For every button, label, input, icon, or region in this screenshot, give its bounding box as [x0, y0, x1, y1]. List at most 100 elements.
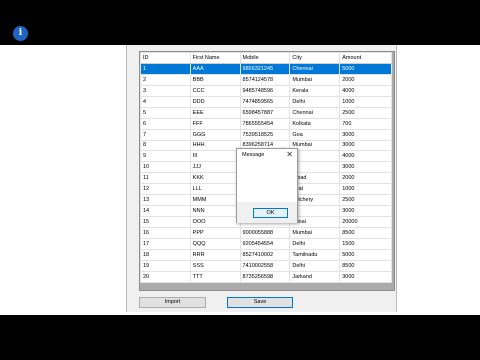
cell-id[interactable]: 2 — [140, 73, 191, 86]
cell-amount[interactable]: 5000 — [339, 62, 392, 75]
cell-first-name[interactable]: AAA — [189, 62, 241, 75]
cell-first-name[interactable]: BBB — [189, 73, 241, 86]
column-header-first-name[interactable]: First Name — [189, 52, 241, 64]
cell-first-name[interactable]: OOO — [189, 216, 241, 228]
cell-amount[interactable]: 3000 — [339, 139, 392, 152]
cell-first-name[interactable]: EEE — [189, 106, 241, 119]
cell-first-name[interactable]: GGG — [189, 128, 241, 141]
table-row[interactable]: 20 TTT 8735256598 Jarkand 3000 — [140, 270, 392, 283]
cell-first-name[interactable]: QQQ — [189, 237, 241, 250]
cell-city[interactable]: Chennai — [289, 62, 341, 75]
cell-city[interactable]: Chennai — [289, 106, 341, 119]
table-row[interactable]: 2 BBB 8574124578 Mumbai 2000 — [140, 73, 392, 86]
cell-amount[interactable]: 20000 — [339, 216, 392, 228]
cell-amount[interactable]: 3000 — [339, 161, 392, 174]
table-row[interactable]: 3 CCC 9485748596 Kerala 4000 — [140, 84, 392, 97]
table-row[interactable]: 6 FFF 7865555454 Kolkata 700 — [140, 117, 392, 130]
table-row[interactable]: 1 AAA 9856321245 Chennai 5000 — [140, 62, 392, 75]
table-row[interactable]: 19 SSS 7410002558 Delhi 8500 — [140, 259, 392, 272]
cell-first-name[interactable]: JJJ — [189, 161, 241, 174]
cell-amount[interactable]: 2500 — [339, 106, 392, 119]
table-row[interactable]: 7 GGG 7539518525 Goa 3000 — [140, 128, 392, 141]
column-header-mobile[interactable]: Mobile — [239, 52, 291, 64]
cell-id[interactable]: 20 — [140, 270, 191, 283]
column-header-city[interactable]: City — [289, 52, 341, 64]
cell-mobile[interactable]: 8527410002 — [239, 248, 291, 261]
cell-first-name[interactable]: RRR — [189, 248, 241, 261]
cell-id[interactable]: 8 — [140, 139, 191, 152]
cell-amount[interactable]: 1000 — [339, 183, 392, 196]
table-row[interactable]: 16 PPP 9000055888 Mumbai 8500 — [140, 227, 392, 239]
cell-first-name[interactable]: NNN — [189, 205, 241, 218]
cell-id[interactable]: 17 — [140, 237, 191, 250]
cell-city[interactable]: Kerala — [289, 84, 341, 97]
cell-first-name[interactable]: CCC — [189, 84, 241, 97]
cell-id[interactable]: 1 — [140, 62, 191, 75]
cell-id[interactable]: 14 — [140, 205, 191, 218]
cell-amount[interactable]: 3000 — [339, 128, 392, 141]
cell-id[interactable]: 7 — [140, 128, 191, 141]
table-row[interactable]: 5 EEE 6598457887 Chennai 2500 — [140, 106, 392, 119]
cell-first-name[interactable]: HHH — [189, 139, 241, 152]
cell-first-name[interactable]: PPP — [189, 227, 241, 239]
table-row[interactable]: 18 RRR 8527410002 Tamilnadu 5000 — [140, 248, 392, 261]
cell-id[interactable]: 18 — [140, 248, 191, 261]
cell-mobile[interactable]: 7410002558 — [239, 259, 291, 272]
cell-mobile[interactable]: 7474859565 — [239, 95, 291, 108]
cell-first-name[interactable]: KKK — [189, 172, 241, 185]
cell-amount[interactable]: 1000 — [339, 95, 392, 108]
cell-amount[interactable]: 4000 — [339, 150, 392, 163]
cell-id[interactable]: 10 — [140, 161, 191, 174]
import-button[interactable]: Import — [139, 297, 206, 308]
ok-button[interactable]: OK — [253, 208, 288, 218]
cell-mobile[interactable]: 9205454554 — [239, 237, 291, 250]
cell-amount[interactable]: 700 — [339, 117, 392, 130]
cell-id[interactable]: 5 — [140, 106, 191, 119]
cell-id[interactable]: 6 — [140, 117, 191, 130]
cell-amount[interactable]: 5000 — [339, 248, 392, 261]
close-icon[interactable]: ✕ — [286, 150, 293, 159]
cell-first-name[interactable]: MMM — [189, 194, 241, 207]
cell-amount[interactable]: 3000 — [339, 205, 392, 218]
cell-city[interactable]: Delhi — [289, 237, 341, 250]
cell-first-name[interactable]: SSS — [189, 259, 241, 272]
cell-mobile[interactable]: 8574124578 — [239, 73, 291, 86]
cell-first-name[interactable]: III — [189, 150, 241, 163]
cell-city[interactable]: Delhi — [289, 95, 341, 108]
cell-first-name[interactable]: FFF — [189, 117, 241, 130]
cell-id[interactable]: 13 — [140, 194, 191, 207]
cell-city[interactable]: Mumbai — [289, 73, 341, 86]
cell-id[interactable]: 11 — [140, 172, 191, 185]
cell-city[interactable]: Goa — [289, 128, 341, 141]
cell-amount[interactable]: 8500 — [339, 259, 392, 272]
cell-mobile[interactable]: 9856321245 — [239, 62, 291, 75]
cell-id[interactable]: 4 — [140, 95, 191, 108]
cell-amount[interactable]: 3000 — [339, 270, 392, 283]
column-header-amount[interactable]: Amount — [339, 52, 392, 64]
cell-city[interactable]: Tamilnadu — [289, 248, 341, 261]
save-button[interactable]: Save — [227, 297, 293, 308]
cell-mobile[interactable]: 7865555454 — [239, 117, 291, 130]
cell-amount[interactable]: 2000 — [339, 73, 392, 86]
cell-mobile[interactable]: 6598457887 — [239, 106, 291, 119]
cell-city[interactable]: Mumbai — [289, 227, 341, 239]
cell-id[interactable]: 16 — [140, 227, 191, 239]
cell-amount[interactable]: 2500 — [339, 194, 392, 207]
cell-amount[interactable]: 1500 — [339, 237, 392, 250]
table-row[interactable]: 4 DDD 7474859565 Delhi 1000 — [140, 95, 392, 108]
cell-id[interactable]: 3 — [140, 84, 191, 97]
cell-city[interactable]: Jarkand — [289, 270, 341, 283]
cell-mobile[interactable]: 7539518525 — [239, 128, 291, 141]
cell-first-name[interactable]: DDD — [189, 95, 241, 108]
cell-amount[interactable]: 2000 — [339, 172, 392, 185]
cell-id[interactable]: 9 — [140, 150, 191, 163]
cell-mobile[interactable]: 9000055888 — [239, 227, 291, 239]
cell-first-name[interactable]: LLL — [189, 183, 241, 196]
table-row[interactable]: 17 QQQ 9205454554 Delhi 1500 — [140, 237, 392, 250]
cell-city[interactable]: Delhi — [289, 259, 341, 272]
cell-id[interactable]: 15 — [140, 216, 191, 228]
cell-amount[interactable]: 8500 — [339, 227, 392, 239]
cell-id[interactable]: 12 — [140, 183, 191, 196]
cell-mobile[interactable]: 8735256598 — [239, 270, 291, 283]
cell-id[interactable]: 19 — [140, 259, 191, 272]
